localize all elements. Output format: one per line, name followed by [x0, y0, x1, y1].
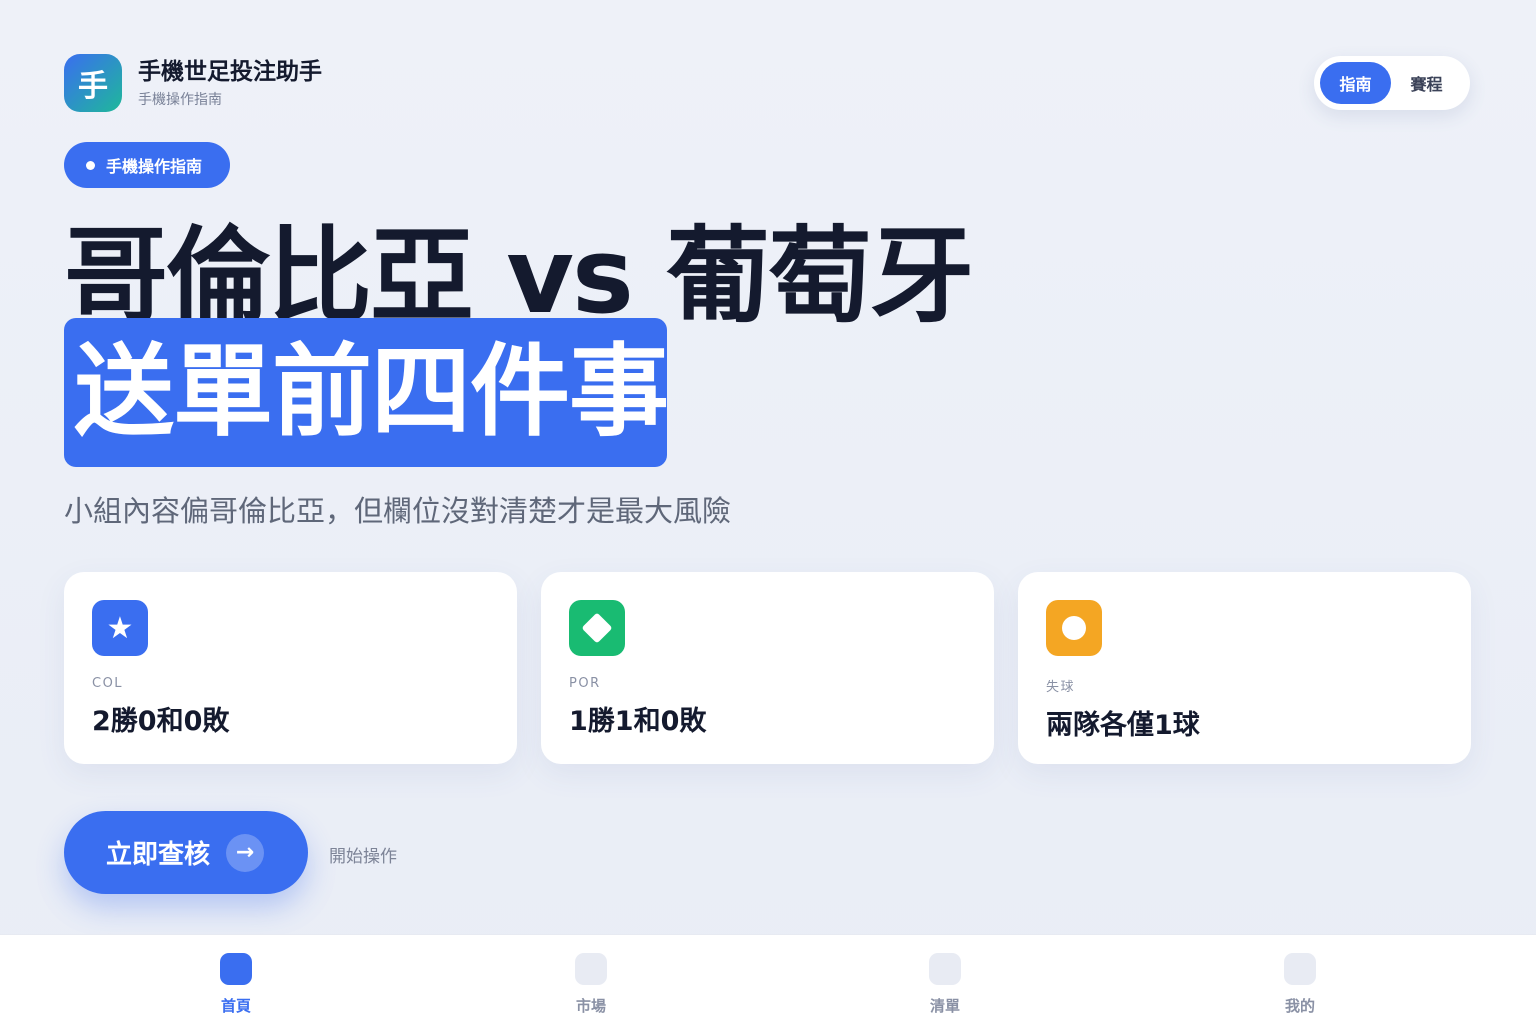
segment-schedule[interactable]: 賽程: [1391, 62, 1462, 104]
category-pill: 手機操作指南: [64, 142, 230, 188]
tab-profile[interactable]: 我的: [1250, 953, 1350, 1016]
view-segmented-control: 指南 賽程: [1314, 56, 1470, 110]
brand: 手機世足投注助手 手機操作指南: [138, 57, 322, 109]
app-title: 手機世足投注助手: [138, 59, 322, 85]
profile-icon: [1284, 953, 1316, 985]
app-subtitle: 手機操作指南: [138, 92, 222, 108]
circle-icon: [1046, 600, 1102, 656]
tab-home-label: 首頁: [220, 997, 251, 1015]
app-header: 手 手機世足投注助手 手機操作指南: [64, 54, 322, 112]
start-operation-hint: 開始操作: [329, 847, 397, 867]
arrow-right-icon: →: [226, 833, 265, 872]
segment-guide[interactable]: 指南: [1320, 62, 1391, 104]
hero-subtitle: 小組內容偏哥倫比亞，但欄位沒對清楚才是最大風險: [64, 494, 732, 528]
diamond-icon: [569, 600, 625, 656]
stat-card-col: ★ COL 2勝0和0敗: [64, 572, 517, 764]
stat-card-value: 1勝1和0敗: [569, 706, 707, 737]
tab-home[interactable]: 首頁: [186, 953, 286, 1016]
verify-now-label: 立即查核: [106, 840, 211, 870]
stat-card-label: COL: [92, 676, 124, 691]
list-icon: [929, 953, 961, 985]
stat-card-goals-conceded: 失球 兩隊各僅1球: [1018, 572, 1471, 764]
star-icon: ★: [92, 600, 148, 656]
market-icon: [575, 953, 607, 985]
stat-card-value: 2勝0和0敗: [92, 706, 230, 737]
dot-icon: [86, 160, 95, 170]
tab-market-label: 市場: [575, 997, 606, 1015]
verify-now-button[interactable]: 立即查核 →: [64, 811, 308, 894]
tab-list[interactable]: 清單: [895, 953, 995, 1016]
tab-market[interactable]: 市場: [541, 953, 641, 1016]
stat-cards: ★ COL 2勝0和0敗 POR 1勝1和0敗 失球 兩隊各僅1球: [64, 572, 1471, 764]
hero-highlight-title: 送單前四件事: [74, 333, 669, 450]
tab-profile-label: 我的: [1284, 997, 1315, 1015]
home-icon: [220, 953, 252, 985]
tab-list-label: 清單: [929, 997, 960, 1015]
app-logo-icon: 手: [64, 54, 122, 112]
category-pill-label: 手機操作指南: [106, 157, 203, 176]
stat-card-value: 兩隊各僅1球: [1046, 710, 1200, 741]
stat-card-por: POR 1勝1和0敗: [541, 572, 994, 764]
bottom-tab-bar: 首頁 市場 清單 我的: [0, 934, 1536, 1024]
stat-card-label: POR: [569, 676, 601, 691]
stat-card-label: 失球: [1046, 680, 1076, 695]
